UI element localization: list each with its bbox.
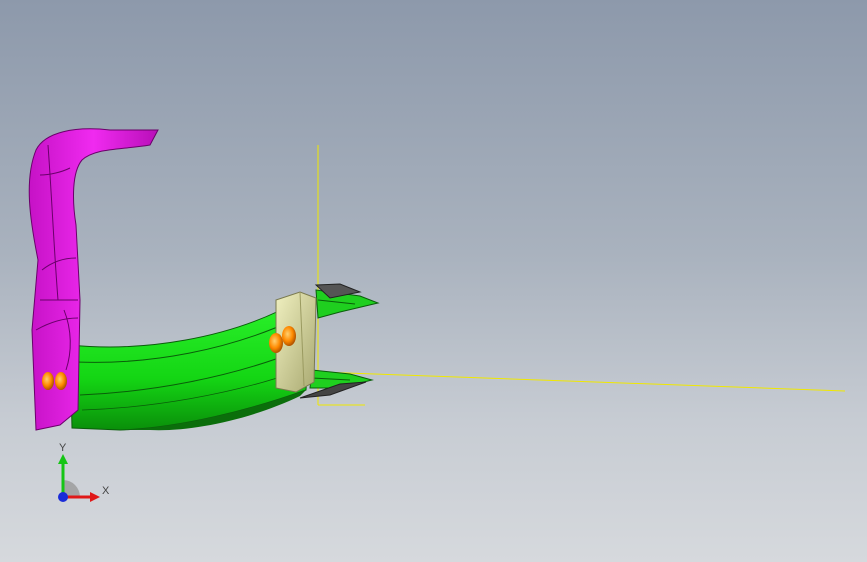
model-scene[interactable] bbox=[0, 0, 867, 562]
green-body-part[interactable] bbox=[69, 299, 311, 431]
graphics-viewport[interactable]: Y X bbox=[0, 0, 867, 562]
origin-axis-lines bbox=[317, 145, 846, 406]
view-orientation-triad[interactable]: Y X bbox=[50, 440, 120, 510]
triad-y-label: Y bbox=[59, 442, 67, 454]
triad-x-label: X bbox=[102, 485, 110, 497]
